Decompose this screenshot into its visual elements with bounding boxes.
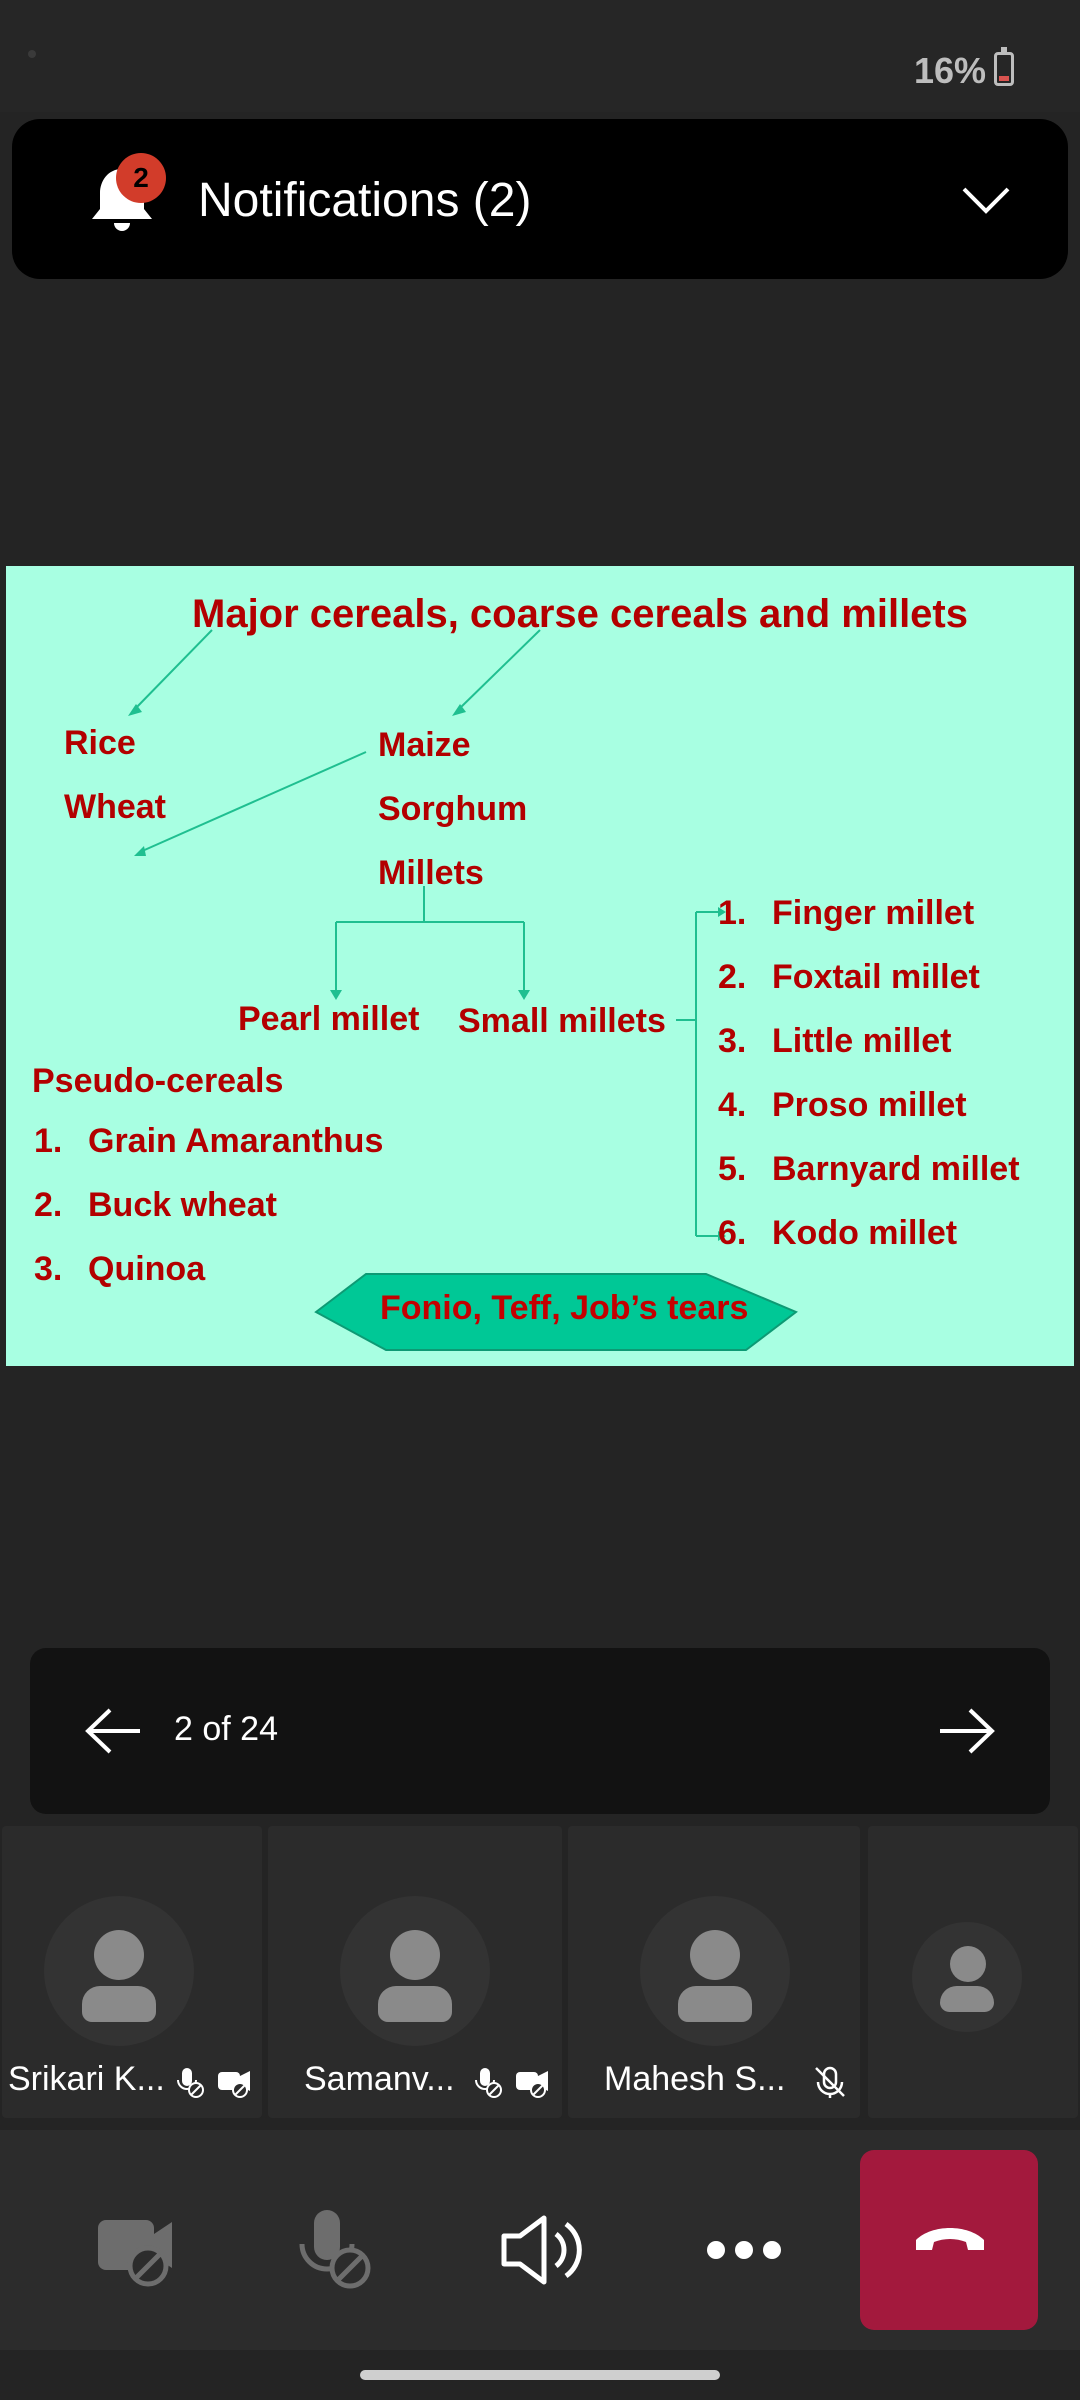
- small-millet-name: Foxtail millet: [772, 958, 980, 996]
- pseudo-cereal-num: 3.: [34, 1250, 63, 1288]
- notifications-title: Notifications (2): [198, 174, 532, 227]
- shared-slide: Major cereals, coarse cereals and millet…: [6, 566, 1074, 1366]
- small-millet-num: 4.: [718, 1086, 747, 1124]
- pseudo-cereal-name: Quinoa: [88, 1250, 206, 1288]
- coarse-cereal-sorghum: Sorghum: [378, 790, 528, 828]
- muted-icon: [815, 2066, 845, 2098]
- major-cereal-wheat: Wheat: [64, 788, 166, 826]
- small-millet-name: Kodo millet: [772, 1214, 958, 1252]
- battery-icon: [994, 47, 1014, 86]
- next-arrow-icon[interactable]: [936, 1706, 996, 1756]
- participant-status-icons: [475, 2068, 548, 2098]
- avatar: [912, 1922, 1022, 2032]
- coarse-cereal-millets: Millets: [378, 854, 484, 892]
- video-off-icon: [218, 2071, 250, 2098]
- more-icon[interactable]: [694, 2210, 794, 2290]
- slide-pager: 2 of 24: [30, 1648, 1050, 1814]
- participant-tile[interactable]: [868, 1826, 1078, 2118]
- avatar: [44, 1896, 194, 2046]
- avatar: [640, 1896, 790, 2046]
- call-controls: [0, 2130, 1080, 2350]
- camera-off-icon[interactable]: [92, 2210, 192, 2290]
- status-bar: 16%: [0, 0, 1080, 112]
- participant-tile[interactable]: Srikari K...: [2, 1826, 262, 2118]
- chevron-down-icon[interactable]: [960, 175, 1012, 227]
- pseudo-cereal-name: Buck wheat: [88, 1186, 277, 1224]
- small-millet-num: 2.: [718, 958, 747, 996]
- participant-name: Mahesh S...: [604, 2060, 786, 2098]
- mic-off-icon: [475, 2068, 502, 2098]
- pearl-millet: Pearl millet: [238, 1000, 420, 1038]
- avatar: [340, 1896, 490, 2046]
- small-millet-name: Little millet: [772, 1022, 952, 1060]
- major-cereal-rice: Rice: [64, 724, 136, 762]
- participant-tile[interactable]: Samanv...: [268, 1826, 562, 2118]
- participant-name: Srikari K...: [8, 2060, 165, 2098]
- previous-arrow-icon[interactable]: [84, 1706, 144, 1756]
- video-off-icon: [516, 2071, 548, 2098]
- page-indicator: 2 of 24: [174, 1710, 278, 1748]
- speaker-icon[interactable]: [490, 2210, 590, 2290]
- coarse-cereal-maize: Maize: [378, 726, 471, 764]
- notification-count-badge: 2: [116, 153, 166, 203]
- mic-off-icon: [177, 2068, 204, 2098]
- small-millet-num: 3.: [718, 1022, 747, 1060]
- small-millet-name: Barnyard millet: [772, 1150, 1020, 1188]
- pseudo-cereal-name: Grain Amaranthus: [88, 1122, 384, 1160]
- small-millet-name: Proso millet: [772, 1086, 967, 1124]
- small-millet-num: 5.: [718, 1150, 747, 1188]
- pseudo-cereals-heading: Pseudo-cereals: [32, 1062, 284, 1100]
- pseudo-cereal-num: 1.: [34, 1122, 63, 1160]
- battery-percentage: 16%: [913, 50, 986, 91]
- camera-dot: [28, 50, 36, 58]
- mic-off-icon[interactable]: [290, 2210, 390, 2290]
- hangup-icon: [916, 2228, 984, 2250]
- small-millets: Small millets: [458, 1002, 666, 1040]
- home-indicator[interactable]: [360, 2370, 720, 2380]
- slide-title: Major cereals, coarse cereals and millet…: [192, 592, 968, 636]
- participant-status-icons: [177, 2068, 250, 2098]
- pseudo-cereal-num: 2.: [34, 1186, 63, 1224]
- small-millet-num: 6.: [718, 1214, 747, 1252]
- small-millet-name: Finger millet: [772, 894, 975, 932]
- participant-name: Samanv...: [304, 2060, 455, 2098]
- notifications-banner[interactable]: 2 Notifications (2): [12, 119, 1068, 279]
- small-millet-num: 1.: [718, 894, 747, 932]
- hang-up-button[interactable]: [860, 2150, 1038, 2330]
- other-grains-label: Fonio, Teff, Job’s tears: [380, 1289, 749, 1327]
- participant-tile[interactable]: Mahesh S...: [568, 1826, 860, 2118]
